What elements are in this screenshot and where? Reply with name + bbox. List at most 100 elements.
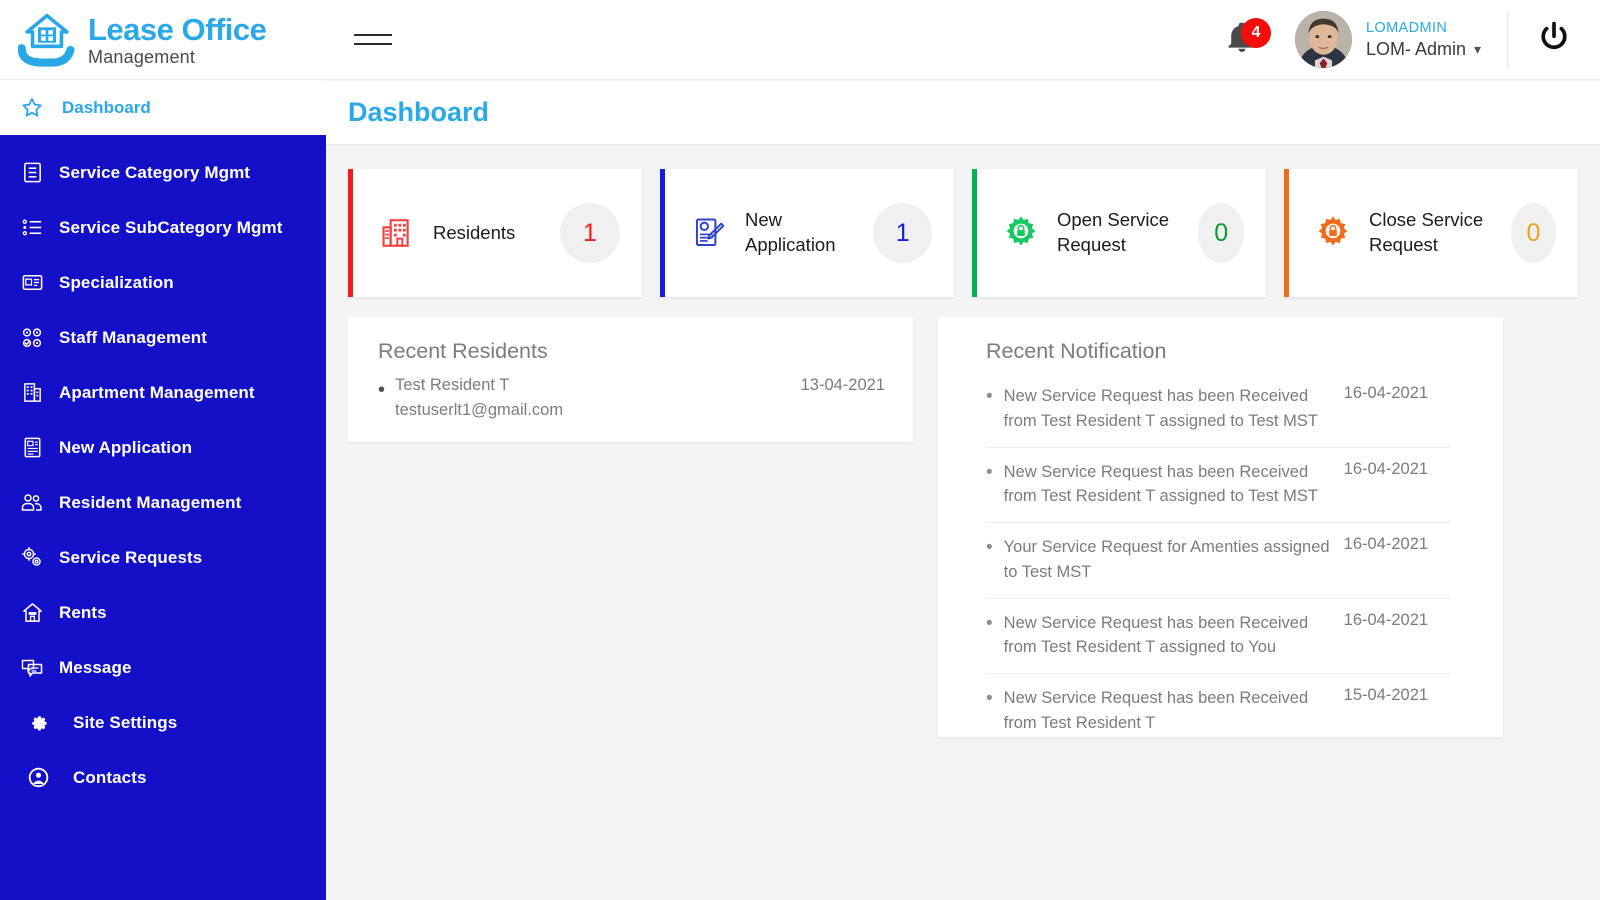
user-name-row: LOM- Admin ▾ [1366, 38, 1481, 61]
brand-subtitle: Management [88, 46, 196, 67]
list-item[interactable]: • Test Resident T testuserlt1@gmail.com … [378, 376, 885, 420]
stat-card-close-service-request[interactable]: Close Service Request 0 [1284, 169, 1578, 297]
user-name: LOM- Admin [1365, 39, 1466, 60]
sidebar: Lease Office Management Dashboard Servic… [0, 0, 326, 900]
brand-header[interactable]: Lease Office Management [0, 0, 326, 80]
notifications-button[interactable]: 4 [1211, 14, 1273, 66]
list-item[interactable]: • New Service Request has been Received … [986, 448, 1451, 523]
notification-date: 16-04-2021 [1343, 535, 1429, 553]
bullet-icon: • [986, 537, 993, 558]
dashboard-panels: Recent Residents • Test Resident T testu… [348, 317, 1578, 737]
stat-count: 1 [560, 203, 620, 263]
recent-notification-panel: Recent Notification • New Service Reques… [938, 317, 1503, 737]
staff-group-icon [19, 325, 45, 351]
sidebar-item-label: Service Requests [59, 547, 203, 567]
bullet-icon: • [986, 688, 993, 709]
user-menu[interactable]: LOMADMIN LOM- Admin ▾ [1294, 11, 1507, 68]
sidebar-item-resident-management[interactable]: Resident Management [0, 475, 326, 530]
sidebar-item-label: Site Settings [73, 712, 178, 732]
resident-email: testuserlt1@gmail.com [395, 401, 564, 419]
stat-card-open-service-request[interactable]: Open Service Request 0 [972, 169, 1266, 297]
sidebar-item-dashboard[interactable]: Dashboard [0, 80, 326, 135]
notification-date: 16-04-2021 [1343, 610, 1429, 629]
list-item[interactable]: • New Service Request has been Received … [986, 372, 1451, 448]
sidebar-item-dashboard-label: Dashboard [62, 97, 151, 117]
bullet-icon: • [986, 612, 993, 634]
stat-label: New Application [745, 209, 836, 255]
notification-badge: 4 [1240, 17, 1271, 48]
sidebar-item-specialization[interactable]: Specialization [0, 255, 326, 310]
sidebar-item-message[interactable]: Message [0, 640, 326, 695]
sidebar-item-rents[interactable]: Rents [0, 585, 326, 640]
stat-count: 1 [873, 203, 932, 263]
list-item[interactable]: • Your Service Request for Amenties assi… [986, 523, 1451, 599]
page-title: Dashboard [348, 97, 490, 127]
bullet-icon: • [986, 461, 993, 483]
people-group-icon [19, 490, 45, 516]
sidebar-item-service-category-mgmt[interactable]: Service Category Mgmt [0, 145, 326, 200]
sidebar-item-label: Rents [59, 602, 107, 622]
notification-date: 15-04-2021 [1343, 686, 1429, 704]
sidebar-item-label: Service Category Mgmt [59, 162, 251, 182]
bullet-icon: • [378, 379, 386, 401]
building-icon [19, 380, 45, 406]
sidebar-item-label: Specialization [59, 272, 174, 292]
building-red-icon [377, 216, 417, 250]
avatar [1294, 11, 1352, 68]
user-id: LOMADMIN [1365, 20, 1448, 37]
list-item[interactable]: • New Service Request has been Received … [986, 599, 1451, 674]
gear-lock-green-icon [1001, 214, 1041, 252]
logout-button[interactable] [1508, 20, 1600, 59]
resident-date: 13-04-2021 [800, 376, 885, 394]
stat-count: 0 [1198, 203, 1244, 263]
sidebar-item-label: Service SubCategory Mgmt [59, 217, 283, 237]
notification-text: New Service Request has been Received fr… [1003, 387, 1318, 430]
stat-cards: Residents 1 New Application 1 Open Servi… [348, 169, 1578, 297]
notification-date: 16-04-2021 [1343, 459, 1429, 478]
page-header: Dashboard [326, 81, 1600, 145]
sidebar-item-apartment-management[interactable]: Apartment Management [0, 365, 326, 420]
hamburger-bar [354, 43, 392, 45]
main-content: Residents 1 New Application 1 Open Servi… [326, 146, 1600, 900]
notification-text: Your Service Request for Amenties assign… [1003, 538, 1330, 581]
topbar: 4 LOMADMIN LOM- Admin ▾ [326, 0, 1600, 80]
gears-icon [19, 545, 45, 571]
bullet-icon: • [986, 386, 993, 407]
hamburger-bar [354, 34, 392, 36]
sidebar-item-service-subcategory-mgmt[interactable]: Service SubCategory Mgmt [0, 200, 326, 255]
chat-bubbles-icon [19, 655, 45, 681]
sidebar-item-label: Resident Management [59, 492, 242, 512]
document-list-icon [19, 160, 45, 186]
notification-text: New Service Request has been Received fr… [1003, 462, 1318, 506]
stat-card-new-application[interactable]: New Application 1 [660, 169, 954, 297]
bulleted-list-icon [19, 215, 45, 241]
sidebar-item-new-application[interactable]: New Application [0, 420, 326, 475]
sidebar-item-label: Staff Management [59, 327, 208, 347]
sidebar-item-label: Contacts [73, 767, 147, 787]
stat-count: 0 [1510, 203, 1556, 263]
id-card-icon [19, 270, 45, 296]
notification-text: New Service Request has been Received fr… [1003, 613, 1309, 657]
sidebar-item-service-requests[interactable]: Service Requests [0, 530, 326, 585]
sidebar-nav: Service Category Mgmt Service SubCategor… [0, 135, 326, 805]
stat-card-residents[interactable]: Residents 1 [348, 169, 642, 297]
hamburger-icon[interactable] [354, 26, 394, 54]
gear-icon [25, 710, 51, 736]
sidebar-item-contacts[interactable]: Contacts [0, 750, 326, 805]
sidebar-item-staff-management[interactable]: Staff Management [0, 310, 326, 365]
recent-residents-title: Recent Residents [378, 339, 548, 363]
list-item[interactable]: • New Service Request has been Received … [986, 674, 1451, 737]
resident-name: Test Resident T [395, 376, 510, 394]
notification-text: New Service Request has been Received fr… [1003, 689, 1309, 732]
power-icon [1537, 20, 1571, 59]
sidebar-item-site-settings[interactable]: Site Settings [0, 695, 326, 750]
stat-label: Close Service Request [1369, 209, 1484, 255]
brand-title: Lease Office [88, 11, 267, 47]
gear-lock-orange-icon [1313, 214, 1353, 252]
recent-residents-panel: Recent Residents • Test Resident T testu… [348, 317, 913, 442]
sidebar-item-label: Message [59, 657, 132, 677]
document-icon [19, 435, 45, 461]
house-rent-icon [19, 600, 45, 626]
sidebar-item-label: Apartment Management [59, 382, 255, 402]
notification-date: 16-04-2021 [1343, 384, 1429, 402]
